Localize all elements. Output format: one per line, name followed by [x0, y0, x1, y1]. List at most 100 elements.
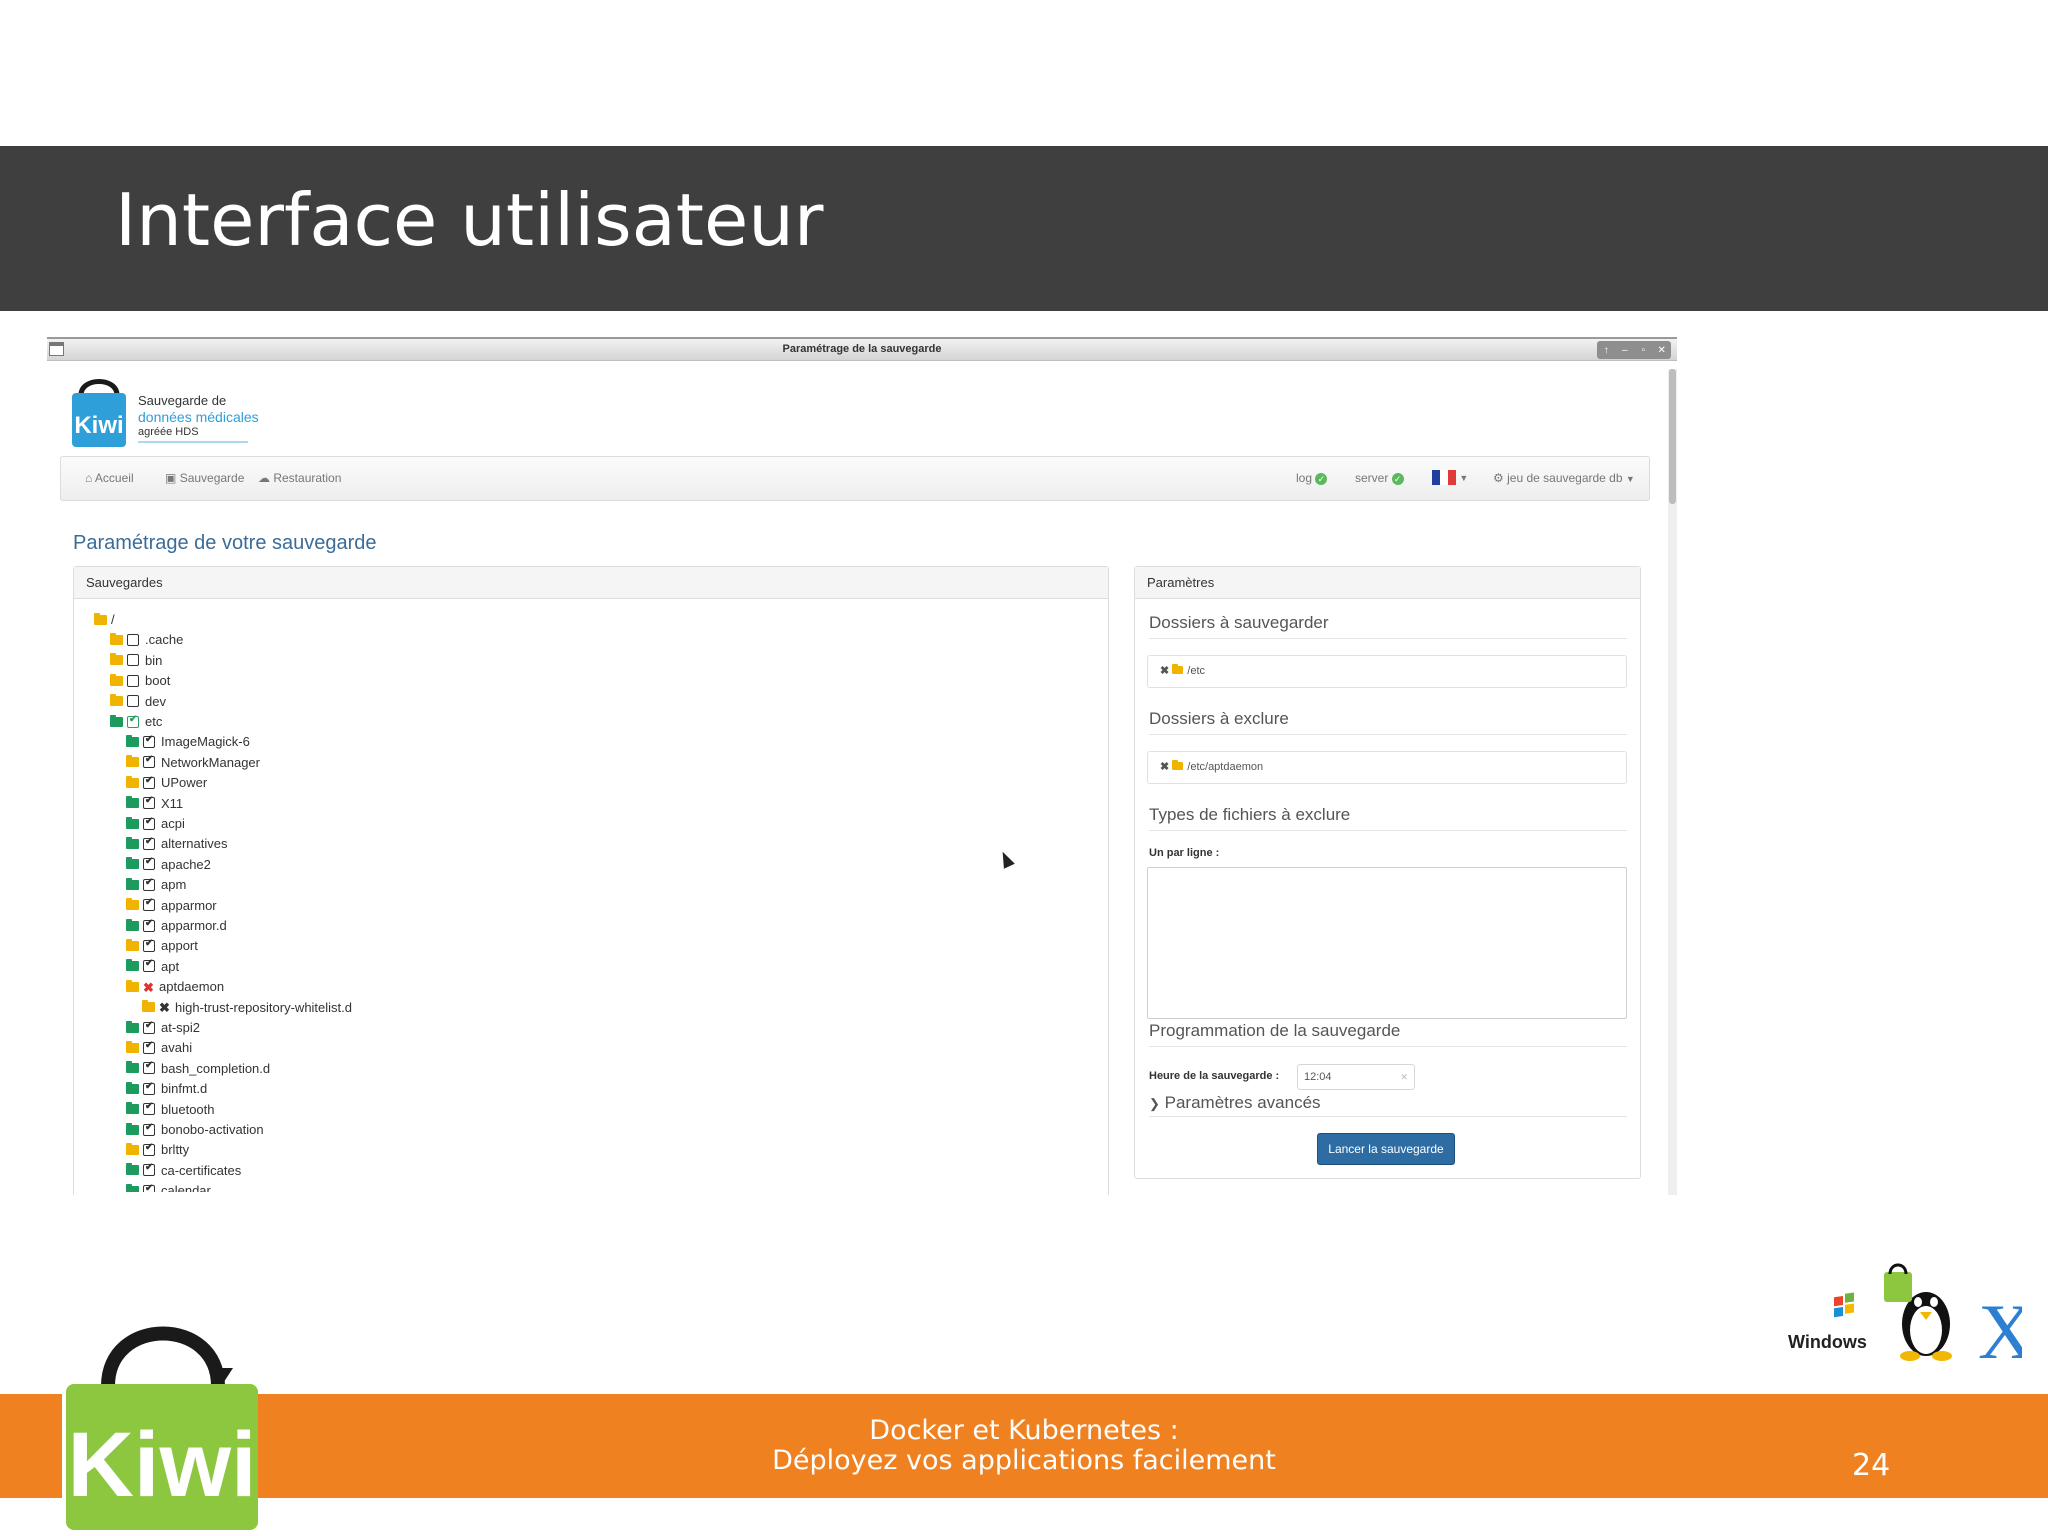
tree-node[interactable]: bash_completion.d — [126, 1060, 270, 1078]
folder-icon[interactable] — [126, 775, 139, 788]
launch-backup-button[interactable]: Lancer la sauvegarde — [1317, 1133, 1455, 1165]
checkbox[interactable] — [143, 919, 155, 932]
tree-node[interactable]: bluetooth — [126, 1101, 215, 1119]
checkbox[interactable] — [143, 1041, 155, 1054]
nav-accueil[interactable]: ⌂ Accueil — [85, 471, 134, 485]
window-maximize-icon[interactable]: ▫ — [1636, 345, 1650, 356]
tree-node[interactable]: .cache — [110, 631, 183, 649]
checkbox[interactable] — [143, 1021, 155, 1034]
folder-icon[interactable] — [126, 1020, 139, 1033]
folder-icon[interactable] — [142, 1000, 155, 1013]
folder-icon[interactable] — [126, 938, 139, 951]
tree-node[interactable]: apm — [126, 876, 186, 894]
tree-node[interactable]: apport — [126, 937, 198, 955]
checkbox[interactable] — [127, 715, 139, 728]
checkbox[interactable] — [143, 1163, 155, 1177]
folder-icon[interactable] — [126, 836, 139, 849]
tree-node[interactable]: calendar — [126, 1182, 211, 1193]
checkbox[interactable] — [143, 796, 155, 810]
advanced-toggle[interactable]: ❯ Paramètres avancés — [1149, 1093, 1321, 1113]
checkbox[interactable] — [127, 633, 139, 646]
remove-icon[interactable]: ✖ — [1160, 665, 1169, 677]
tree-node[interactable]: ✖ aptdaemon — [126, 978, 224, 996]
nav-log-status[interactable]: log ✓ — [1296, 471, 1328, 485]
tree-node[interactable]: alternatives — [126, 835, 227, 853]
remove-icon[interactable]: ✖ — [1160, 761, 1169, 773]
tree-node[interactable]: etc — [110, 713, 162, 731]
folder-icon[interactable] — [126, 755, 139, 768]
window-close-icon[interactable]: ✕ — [1655, 345, 1669, 356]
vertical-scrollbar[interactable] — [1668, 369, 1677, 1195]
nav-server-status[interactable]: server ✓ — [1355, 471, 1404, 485]
tree-node[interactable]: apparmor.d — [126, 917, 227, 935]
nav-restauration[interactable]: ☁ Restauration — [258, 471, 341, 485]
folder-icon[interactable] — [126, 1102, 139, 1115]
tree-node[interactable]: apache2 — [126, 856, 211, 874]
folder-icon[interactable] — [126, 1040, 139, 1053]
window-raise-icon[interactable]: ↑ — [1599, 345, 1613, 356]
kiwi-logo[interactable]: Kiwi — [69, 373, 129, 449]
file-types-textarea[interactable] — [1147, 867, 1627, 1019]
tree-node[interactable]: NetworkManager — [126, 754, 260, 772]
checkbox[interactable] — [143, 1102, 155, 1116]
tree-node[interactable]: avahi — [126, 1039, 192, 1057]
tree-node[interactable]: boot — [110, 672, 170, 690]
folder-open-icon[interactable] — [110, 714, 123, 727]
checkbox[interactable] — [143, 1143, 155, 1156]
folder-open-icon[interactable] — [126, 979, 139, 992]
tree-node[interactable]: UPower — [126, 774, 207, 792]
folder-icon[interactable] — [110, 632, 123, 645]
language-dropdown[interactable]: ▼ — [1432, 470, 1468, 486]
tree-node[interactable]: ImageMagick-6 — [126, 733, 250, 751]
excluded-icon[interactable]: ✖ — [143, 979, 155, 997]
checkbox[interactable] — [127, 695, 139, 708]
checkbox[interactable] — [143, 755, 155, 769]
folder-icon[interactable] — [126, 1061, 139, 1074]
folder-icon[interactable] — [126, 734, 139, 747]
folder-icon[interactable] — [126, 857, 139, 870]
checkbox[interactable] — [143, 776, 155, 789]
folder-icon[interactable] — [126, 1142, 139, 1155]
folder-icon[interactable] — [126, 796, 139, 809]
checkbox[interactable] — [127, 674, 139, 687]
tree-node[interactable]: at-spi2 — [126, 1019, 200, 1037]
tree-node[interactable]: / — [94, 611, 115, 629]
folder-icon[interactable] — [126, 1122, 139, 1135]
clear-icon[interactable]: ✕ — [1400, 1065, 1408, 1089]
checkbox[interactable] — [143, 1082, 155, 1095]
profile-dropdown[interactable]: ⚙ jeu de sauvegarde db ▼ — [1493, 471, 1635, 485]
tree-node[interactable]: bonobo-activation — [126, 1121, 264, 1139]
include-folders-field[interactable]: ✖ /etc — [1147, 655, 1627, 688]
checkbox[interactable] — [143, 1123, 155, 1136]
tree-node[interactable]: dev — [110, 693, 166, 711]
folder-open-icon[interactable] — [94, 612, 107, 625]
folder-icon[interactable] — [110, 694, 123, 707]
backup-time-input[interactable]: 12:04 ✕ — [1297, 1064, 1415, 1090]
tree-node[interactable]: apt — [126, 958, 179, 976]
checkbox[interactable] — [143, 939, 155, 952]
folder-icon[interactable] — [110, 673, 123, 686]
folder-icon[interactable] — [126, 1081, 139, 1094]
checkbox[interactable] — [127, 654, 139, 667]
exclude-folders-field[interactable]: ✖ /etc/aptdaemon — [1147, 751, 1627, 784]
folder-icon[interactable] — [126, 959, 139, 972]
checkbox[interactable] — [143, 817, 155, 830]
checkbox[interactable] — [143, 837, 155, 850]
tree-node[interactable]: binfmt.d — [126, 1080, 207, 1098]
checkbox[interactable] — [143, 1061, 155, 1075]
checkbox[interactable] — [143, 857, 155, 871]
folder-icon[interactable] — [126, 877, 139, 890]
folder-icon[interactable] — [126, 816, 139, 829]
tree-node[interactable]: X11 — [126, 795, 183, 813]
checkbox[interactable] — [143, 735, 155, 748]
excluded-icon[interactable]: ✖ — [159, 999, 171, 1017]
tree-node[interactable]: bin — [110, 652, 162, 670]
folder-icon[interactable] — [110, 653, 123, 666]
folder-icon[interactable] — [126, 918, 139, 931]
window-minimize-icon[interactable]: – — [1618, 345, 1632, 356]
tree-node[interactable]: ca-certificates — [126, 1162, 241, 1180]
checkbox[interactable] — [143, 1184, 155, 1193]
checkbox[interactable] — [143, 959, 155, 973]
tree-node[interactable]: apparmor — [126, 897, 217, 915]
scrollbar-thumb[interactable] — [1669, 369, 1676, 504]
